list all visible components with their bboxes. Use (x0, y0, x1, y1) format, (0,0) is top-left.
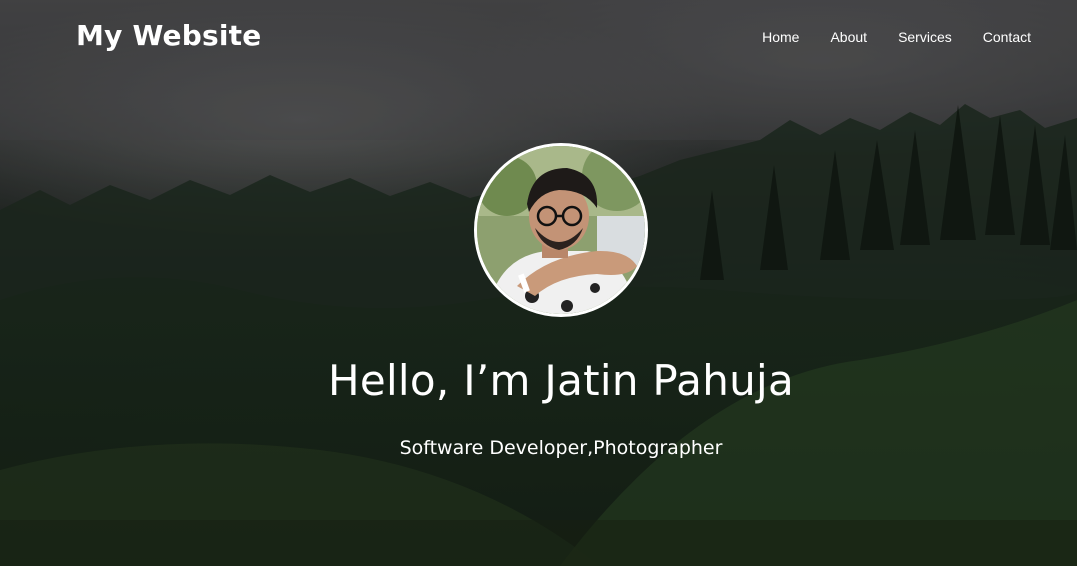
site-logo[interactable]: My Website (76, 19, 261, 52)
profile-photo (477, 146, 645, 314)
navbar: My Website Home About Services Contact (0, 0, 1077, 78)
nav-link-services[interactable]: Services (898, 29, 952, 45)
nav-links: Home About Services Contact (731, 29, 1031, 45)
profile-avatar (474, 143, 648, 317)
nav-link-contact[interactable]: Contact (983, 29, 1031, 45)
hero-section: My Website Home About Services Contact H… (0, 0, 1077, 566)
nav-link-about[interactable]: About (830, 29, 867, 45)
nav-link-home[interactable]: Home (762, 29, 799, 45)
hero-headline: Hello, I’m Jatin Pahuja (327, 356, 795, 405)
hero-subtitle: Software Developer,Photographer (399, 437, 723, 459)
